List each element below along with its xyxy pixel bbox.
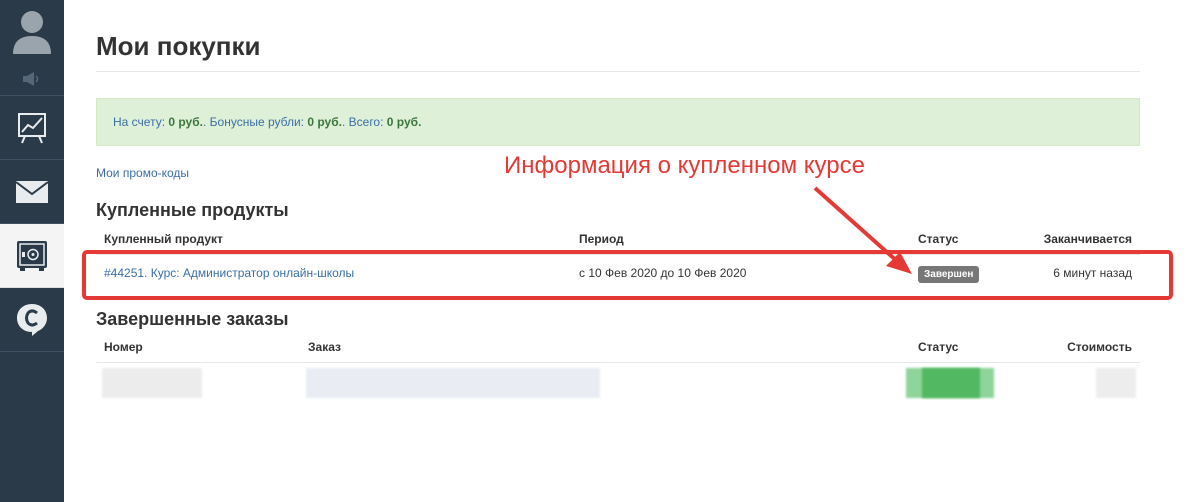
annotation-arrow	[813, 186, 912, 274]
